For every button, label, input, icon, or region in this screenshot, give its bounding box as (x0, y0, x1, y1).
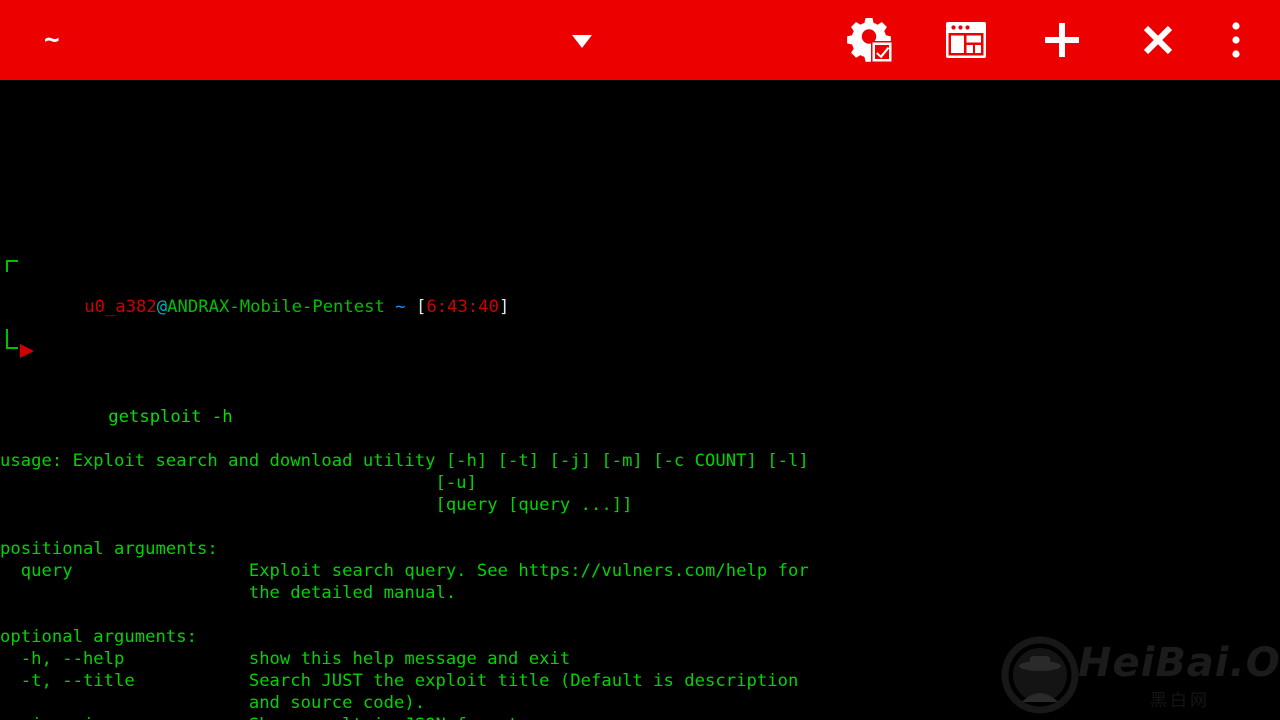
output-line: query Exploit search query. See https://… (0, 561, 809, 581)
output-line: optional arguments: (0, 627, 197, 647)
terminal-output: u0_a382@ANDRAX-Mobile-Pentest ~ [6:43:40… (0, 164, 1280, 720)
chevron-down-icon[interactable] (566, 24, 598, 56)
output-line: -h, --help show this help message and ex… (0, 649, 571, 669)
overflow-menu-icon[interactable] (1206, 0, 1266, 80)
settings-checklist-icon[interactable] (822, 0, 918, 80)
window-layout-icon[interactable] (918, 0, 1014, 80)
output-line: positional arguments: (0, 539, 218, 559)
output-line: [-u] (0, 473, 477, 493)
prompt-bracket-open: [ (416, 297, 427, 317)
toolbar-actions (822, 0, 1266, 80)
plus-icon[interactable] (1014, 0, 1110, 80)
prompt-time: 6:43:40 (426, 297, 499, 317)
terminal-screen[interactable]: u0_a382@ANDRAX-Mobile-Pentest ~ [6:43:40… (0, 80, 1280, 720)
terminal-toolbar: ~ (0, 0, 1280, 80)
command-output-block: usage: Exploit search and download utili… (0, 450, 1280, 720)
output-line: and source code). (0, 693, 426, 713)
prompt-frame-top-icon (6, 260, 18, 272)
prompt-user: u0_a382 (84, 297, 157, 317)
output-line: -j, --json Show result in JSON format. (0, 714, 1280, 720)
prompt-arrow-icon (20, 344, 34, 358)
output-line: -t, --title Search JUST the exploit titl… (0, 671, 799, 691)
prompt-at: @ (156, 297, 168, 317)
command-line-1: getsploit -h (0, 329, 1280, 427)
output-line: [query [query ...]] (0, 495, 633, 515)
prompt-host: ANDRAX-Mobile-Pentest (167, 297, 385, 317)
command-text: getsploit -h (108, 407, 233, 427)
session-tab[interactable]: ~ (30, 0, 74, 80)
prompt-line-1: u0_a382@ANDRAX-Mobile-Pentest ~ [6:43:40… (0, 252, 1280, 317)
output-line: the detailed manual. (0, 583, 457, 603)
close-icon[interactable] (1110, 0, 1206, 80)
output-line: usage: Exploit search and download utili… (0, 451, 809, 471)
prompt-frame-bottom-icon (6, 329, 18, 349)
prompt-path: ~ (395, 297, 406, 317)
prompt-bracket-close: ] (498, 297, 510, 317)
